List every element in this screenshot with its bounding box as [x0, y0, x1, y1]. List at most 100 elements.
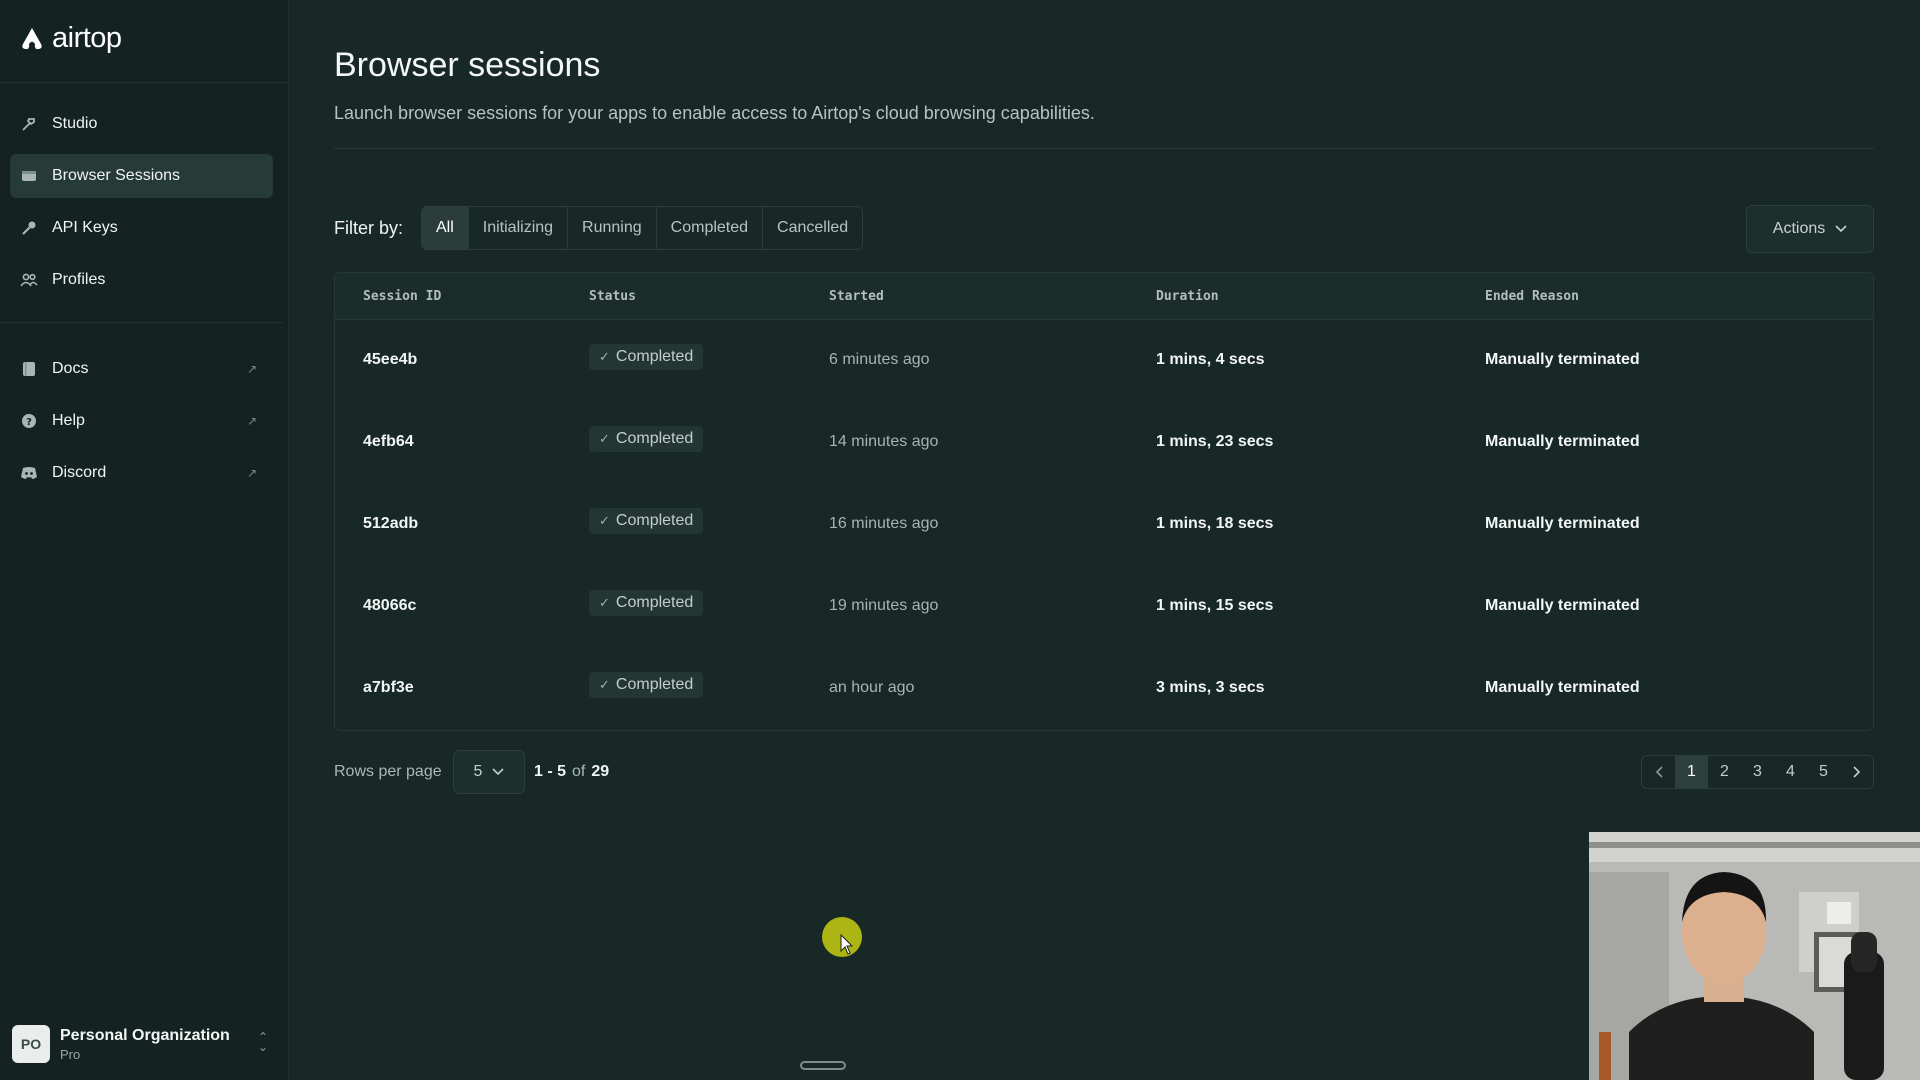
sidebar-item-discord[interactable]: Discord ↗ [10, 451, 273, 495]
sidebar-item-label: Docs [52, 360, 89, 377]
started-time: 19 minutes ago [829, 597, 939, 614]
rows-per-page-label: Rows per page [334, 763, 442, 780]
column-header-status[interactable]: Status [589, 289, 636, 304]
logo-text: airtop [52, 22, 122, 54]
chevron-right-icon [1852, 766, 1860, 778]
users-icon [20, 271, 38, 289]
scroll-handle[interactable] [800, 1061, 846, 1070]
webcam-overlay [1589, 832, 1920, 1080]
key-icon [20, 219, 38, 237]
page-subtitle: Launch browser sessions for your apps to… [334, 103, 1095, 123]
table-row[interactable]: a7bf3e ✓ Completed an hour ago 3 mins, 3 … [335, 648, 1873, 730]
avatar: PO [12, 1025, 50, 1063]
check-icon: ✓ [599, 677, 610, 692]
chevron-left-icon [1655, 766, 1663, 778]
session-id: 4efb64 [363, 433, 414, 450]
status-text: Completed [615, 348, 694, 365]
external-link-icon: ↗ [246, 414, 257, 428]
filter-bar: Filter by: All Initializing Running Comp… [334, 205, 1874, 253]
sidebar-item-label: Help [52, 412, 85, 429]
check-icon: ✓ [599, 513, 610, 528]
org-plan: Pro [60, 1046, 81, 1062]
sidebar-item-studio[interactable]: Studio [10, 102, 273, 146]
page-button-4[interactable]: 4 [1774, 756, 1807, 788]
range-value: 1 - 5 [534, 763, 567, 780]
page-button-1[interactable]: 1 [1675, 756, 1708, 788]
sidebar-item-label: Studio [52, 115, 98, 132]
status-badge: ✓ Completed [589, 590, 704, 616]
external-link-icon: ↗ [246, 362, 257, 376]
ended-reason: Manually terminated [1485, 597, 1640, 614]
ended-reason: Manually terminated [1485, 433, 1640, 450]
organization-switcher[interactable]: PO Personal Organization Pro ⌃ ⌄ [12, 1022, 272, 1066]
started-time: an hour ago [829, 679, 915, 696]
status-text: Completed [615, 430, 694, 447]
sidebar-item-label: Browser Sessions [52, 167, 181, 184]
prev-page-button[interactable] [1642, 756, 1675, 788]
column-header-duration[interactable]: Duration [1156, 289, 1219, 304]
sidebar-item-docs[interactable]: Docs ↗ [10, 347, 273, 391]
help-circle-icon: ? [20, 412, 38, 430]
chevron-up-down-icon: ⌃ ⌄ [257, 1030, 268, 1054]
started-time: 6 minutes ago [829, 351, 930, 368]
check-icon: ✓ [599, 349, 610, 364]
discord-icon [20, 464, 38, 482]
page-button-5[interactable]: 5 [1807, 756, 1840, 788]
actions-label: Actions [1772, 220, 1826, 237]
sidebar-nav: Studio Browser Sessions API Keys Profile… [0, 102, 283, 503]
chevron-down-icon [492, 768, 505, 776]
sidebar-item-help[interactable]: ? Help ↗ [10, 399, 273, 443]
status-filter-group: All Initializing Running Completed Cance… [421, 206, 864, 250]
column-header-session-id[interactable]: Session ID [363, 289, 441, 304]
filter-cancelled[interactable]: Cancelled [763, 207, 862, 249]
table-row[interactable]: 512adb ✓ Completed 16 minutes ago 1 mins,… [335, 484, 1873, 566]
duration: 1 mins, 4 secs [1156, 351, 1265, 368]
rows-per-page-value: 5 [473, 763, 483, 780]
table-row[interactable]: 48066c ✓ Completed 19 minutes ago 1 mins,… [335, 566, 1873, 648]
duration: 1 mins, 15 secs [1156, 597, 1274, 614]
session-id: 45ee4b [363, 351, 418, 368]
book-icon [20, 360, 38, 378]
check-icon: ✓ [599, 595, 610, 610]
filter-all[interactable]: All [422, 207, 469, 249]
actions-button[interactable]: Actions [1746, 205, 1874, 253]
sidebar-item-profiles[interactable]: Profiles [10, 258, 273, 302]
duration: 3 mins, 3 secs [1156, 679, 1265, 696]
filter-initializing[interactable]: Initializing [469, 207, 569, 249]
total-count: 29 [591, 763, 610, 780]
status-text: Completed [615, 594, 694, 611]
svg-text:?: ? [26, 417, 32, 428]
rows-per-page-select[interactable]: 5 [453, 750, 525, 794]
sidebar-item-api-keys[interactable]: API Keys [10, 206, 273, 250]
airtop-logo[interactable]: airtop [18, 22, 122, 55]
session-id: 48066c [363, 597, 417, 614]
page-button-2[interactable]: 2 [1708, 756, 1741, 788]
filter-running[interactable]: Running [568, 207, 657, 249]
table-row[interactable]: 45ee4b ✓ Completed 6 minutes ago 1 mins, … [335, 320, 1873, 402]
duration: 1 mins, 18 secs [1156, 515, 1274, 532]
filter-completed[interactable]: Completed [657, 207, 764, 249]
column-header-ended-reason[interactable]: Ended Reason [1485, 289, 1579, 304]
sidebar-item-browser-sessions[interactable]: Browser Sessions [10, 154, 273, 198]
ended-reason: Manually terminated [1485, 515, 1640, 532]
chevron-down-icon [1835, 225, 1847, 233]
table-footer: Rows per page 5 1 - 5 of 29 1 2 3 4 5 [334, 750, 1874, 794]
duration: 1 mins, 23 secs [1156, 433, 1274, 450]
pagination: 1 2 3 4 5 [1641, 755, 1874, 789]
airtop-logo-icon [22, 27, 42, 49]
page-button-3[interactable]: 3 [1741, 756, 1774, 788]
next-page-button[interactable] [1840, 756, 1873, 788]
filter-label: Filter by: [334, 218, 404, 238]
column-header-started[interactable]: Started [829, 289, 884, 304]
page-title: Browser sessions [334, 46, 601, 84]
sidebar: airtop Studio Browser Sessions API Keys [0, 0, 289, 1080]
ended-reason: Manually terminated [1485, 351, 1640, 368]
check-icon: ✓ [599, 431, 610, 446]
sidebar-item-label: API Keys [52, 219, 118, 236]
browser-icon [20, 167, 38, 185]
webcam-presenter-image [1589, 832, 1920, 1080]
logo-divider [0, 82, 289, 83]
table-row[interactable]: 4efb64 ✓ Completed 14 minutes ago 1 mins,… [335, 402, 1873, 484]
status-badge: ✓ Completed [589, 344, 704, 370]
session-id: a7bf3e [363, 679, 414, 696]
